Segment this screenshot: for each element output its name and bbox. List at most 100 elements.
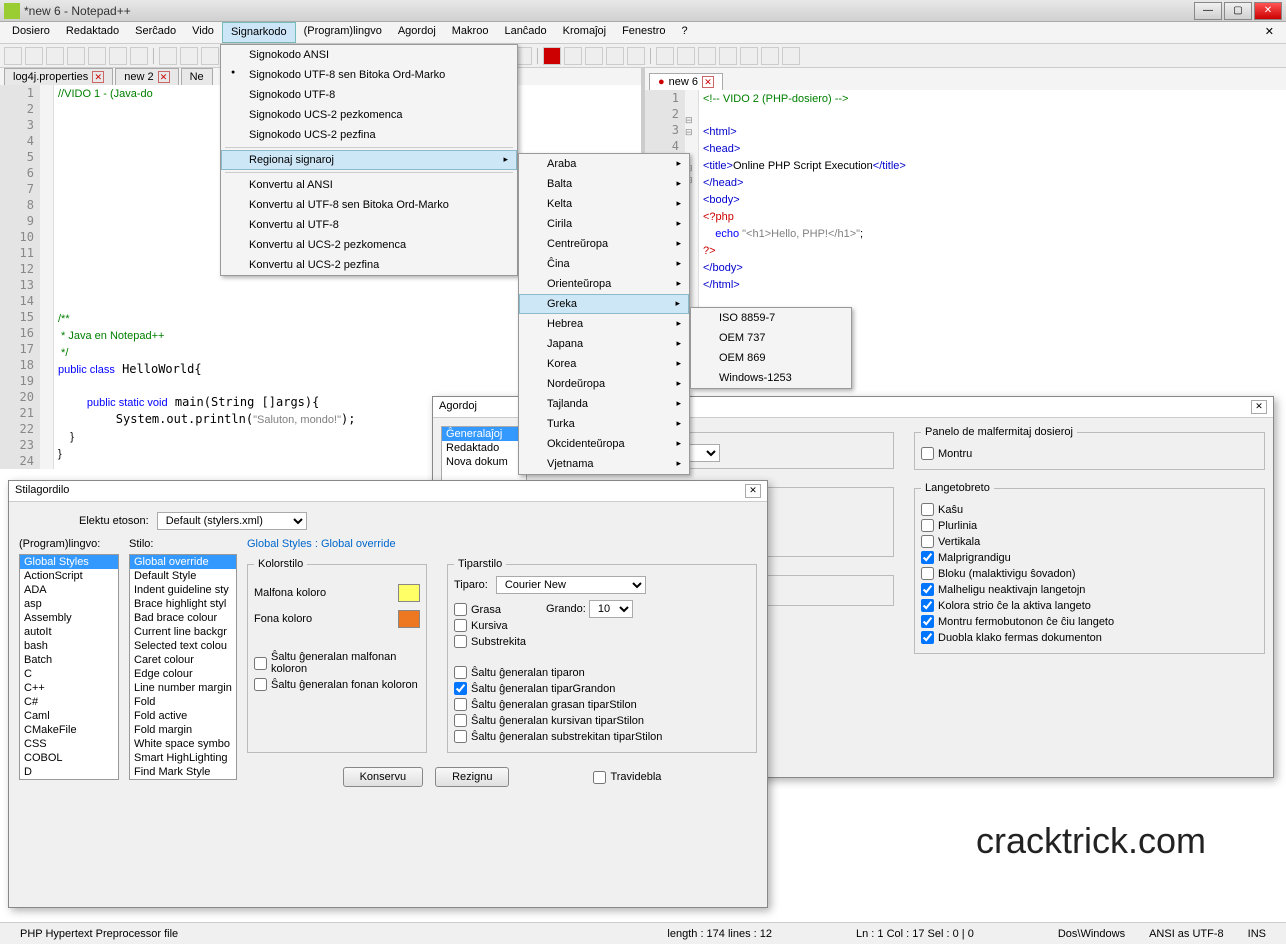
copy-icon[interactable] — [180, 47, 198, 65]
menu-makroo[interactable]: Makroo — [444, 22, 497, 43]
menu-item-japana[interactable]: Japana — [519, 334, 689, 354]
list-item[interactable]: Global override — [130, 555, 236, 569]
override-bold-checkbox[interactable] — [454, 698, 467, 711]
list-item[interactable]: C — [20, 667, 118, 681]
save-all-icon[interactable] — [67, 47, 85, 65]
list-item[interactable]: Current line backgr — [130, 625, 236, 639]
list-item[interactable]: COBOL — [20, 751, 118, 765]
menu-fenestro[interactable]: Fenestro — [614, 22, 673, 43]
save-button[interactable]: Konservu — [343, 767, 423, 787]
menu-item-convert-utf8-nobom[interactable]: Konvertu al UTF-8 sen Bitoka Ord-Marko — [221, 195, 517, 215]
list-item[interactable]: autoIt — [20, 625, 118, 639]
menu-kromajoj[interactable]: Kromaĵoj — [555, 22, 614, 43]
stop-icon[interactable] — [564, 47, 582, 65]
list-item[interactable]: DIFF — [20, 779, 118, 780]
menu-programlingvo[interactable]: (Program)lingvo — [296, 22, 390, 43]
menu-redaktado[interactable]: Redaktado — [58, 22, 127, 43]
list-item[interactable]: Indent guideline sty — [130, 583, 236, 597]
menu-item-ucs2-be[interactable]: Signokodo UCS-2 pezfina — [221, 125, 517, 145]
list-item[interactable]: Smart HighLighting — [130, 751, 236, 765]
tab-lock-checkbox[interactable] — [921, 567, 934, 580]
tab-dblclick-checkbox[interactable] — [921, 631, 934, 644]
list-item[interactable]: Find Mark Style — [130, 765, 236, 779]
list-item[interactable]: Fold — [130, 695, 236, 709]
menu-dosiero[interactable]: Dosiero — [4, 22, 58, 43]
menu-item-iso8859-7[interactable]: ISO 8859-7 — [691, 308, 851, 328]
transparent-checkbox[interactable] — [593, 771, 606, 784]
tab-close-icon[interactable]: ✕ — [702, 76, 714, 88]
override-font-checkbox[interactable] — [454, 666, 467, 679]
override-size-checkbox[interactable] — [454, 682, 467, 695]
menu-item-hebrea[interactable]: Hebrea — [519, 314, 689, 334]
play-icon[interactable] — [585, 47, 603, 65]
menu-item-korea[interactable]: Korea — [519, 354, 689, 374]
override-underline-checkbox[interactable] — [454, 730, 467, 743]
list-item[interactable]: CMakeFile — [20, 723, 118, 737]
list-item[interactable]: Default Style — [130, 569, 236, 583]
tab-hide-checkbox[interactable] — [921, 503, 934, 516]
list-item[interactable]: Line number margin — [130, 681, 236, 695]
bold-checkbox[interactable] — [454, 603, 467, 616]
tab-new2[interactable]: new 2✕ — [115, 68, 178, 85]
menu-item-win1253[interactable]: Windows-1253 — [691, 368, 851, 388]
tab-ne[interactable]: Ne — [181, 68, 213, 85]
list-item[interactable]: Bad brace colour — [130, 611, 236, 625]
menu-vido[interactable]: Vido — [184, 22, 222, 43]
list-item[interactable]: Batch — [20, 653, 118, 667]
list-item[interactable]: Mark Style 1 — [130, 779, 236, 780]
override-bg-checkbox[interactable] — [254, 678, 267, 691]
close-all-icon[interactable] — [109, 47, 127, 65]
fg-color-swatch[interactable] — [398, 584, 420, 602]
menu-item-centreuropa[interactable]: Centreŭropa — [519, 234, 689, 254]
close-icon[interactable] — [88, 47, 106, 65]
list-item[interactable]: Caml — [20, 709, 118, 723]
new-file-icon[interactable] — [4, 47, 22, 65]
menu-item-tajlanda[interactable]: Tajlanda — [519, 394, 689, 414]
menu-item-orienteuropa[interactable]: Orienteŭropa — [519, 274, 689, 294]
menu-item-regional[interactable]: Regionaj signaroj — [221, 150, 517, 170]
tab-reduce-checkbox[interactable] — [921, 551, 934, 564]
menu-item-turka[interactable]: Turka — [519, 414, 689, 434]
tab-colorbar-checkbox[interactable] — [921, 599, 934, 612]
list-item[interactable]: Edge colour — [130, 667, 236, 681]
tb-icon-e[interactable] — [740, 47, 758, 65]
theme-select[interactable]: Default (stylers.xml) — [157, 512, 307, 530]
list-item[interactable]: CSS — [20, 737, 118, 751]
menu-sercado[interactable]: Serĉado — [127, 22, 184, 43]
close-button[interactable]: ✕ — [1254, 2, 1282, 20]
show-folder-panel-checkbox[interactable] — [921, 447, 934, 460]
minimize-button[interactable]: — — [1194, 2, 1222, 20]
tab-vertical-checkbox[interactable] — [921, 535, 934, 548]
cut-icon[interactable] — [159, 47, 177, 65]
italic-checkbox[interactable] — [454, 619, 467, 632]
menu-item-ucs2-le[interactable]: Signokodo UCS-2 pezkomenca — [221, 105, 517, 125]
close-doc-x[interactable]: ✕ — [1257, 22, 1282, 43]
record-icon[interactable] — [543, 47, 561, 65]
list-item[interactable]: Caret colour — [130, 653, 236, 667]
menu-agordoj[interactable]: Agordoj — [390, 22, 444, 43]
menu-lancado[interactable]: Lanĉado — [496, 22, 554, 43]
override-italic-checkbox[interactable] — [454, 714, 467, 727]
maximize-button[interactable]: ▢ — [1224, 2, 1252, 20]
menu-item-oem737[interactable]: OEM 737 — [691, 328, 851, 348]
menu-item-okcidenteuropa[interactable]: Okcidenteŭropa — [519, 434, 689, 454]
tab-close-icon[interactable]: ✕ — [158, 71, 170, 83]
list-item[interactable]: ADA — [20, 583, 118, 597]
tab-new6[interactable]: ●new 6✕ — [649, 73, 723, 90]
list-item[interactable]: Global Styles — [20, 555, 118, 569]
override-fg-checkbox[interactable] — [254, 657, 267, 670]
list-item[interactable]: Fold active — [130, 709, 236, 723]
list-item[interactable]: White space symbo — [130, 737, 236, 751]
print-icon[interactable] — [130, 47, 148, 65]
list-item[interactable]: Assembly — [20, 611, 118, 625]
menu-item-convert-ansi[interactable]: Konvertu al ANSI — [221, 175, 517, 195]
menu-item-nordeuropa[interactable]: Nordeŭropa — [519, 374, 689, 394]
tb-icon-d[interactable] — [719, 47, 737, 65]
list-item[interactable]: bash — [20, 639, 118, 653]
menu-item-balta[interactable]: Balta — [519, 174, 689, 194]
menu-item-utf8-nobom[interactable]: Signokodo UTF-8 sen Bitoka Ord-Marko — [221, 65, 517, 85]
fold-column[interactable] — [40, 85, 54, 469]
menu-item-convert-ucs2-le[interactable]: Konvertu al UCS-2 pezkomenca — [221, 235, 517, 255]
list-item[interactable]: C++ — [20, 681, 118, 695]
tab-multiline-checkbox[interactable] — [921, 519, 934, 532]
